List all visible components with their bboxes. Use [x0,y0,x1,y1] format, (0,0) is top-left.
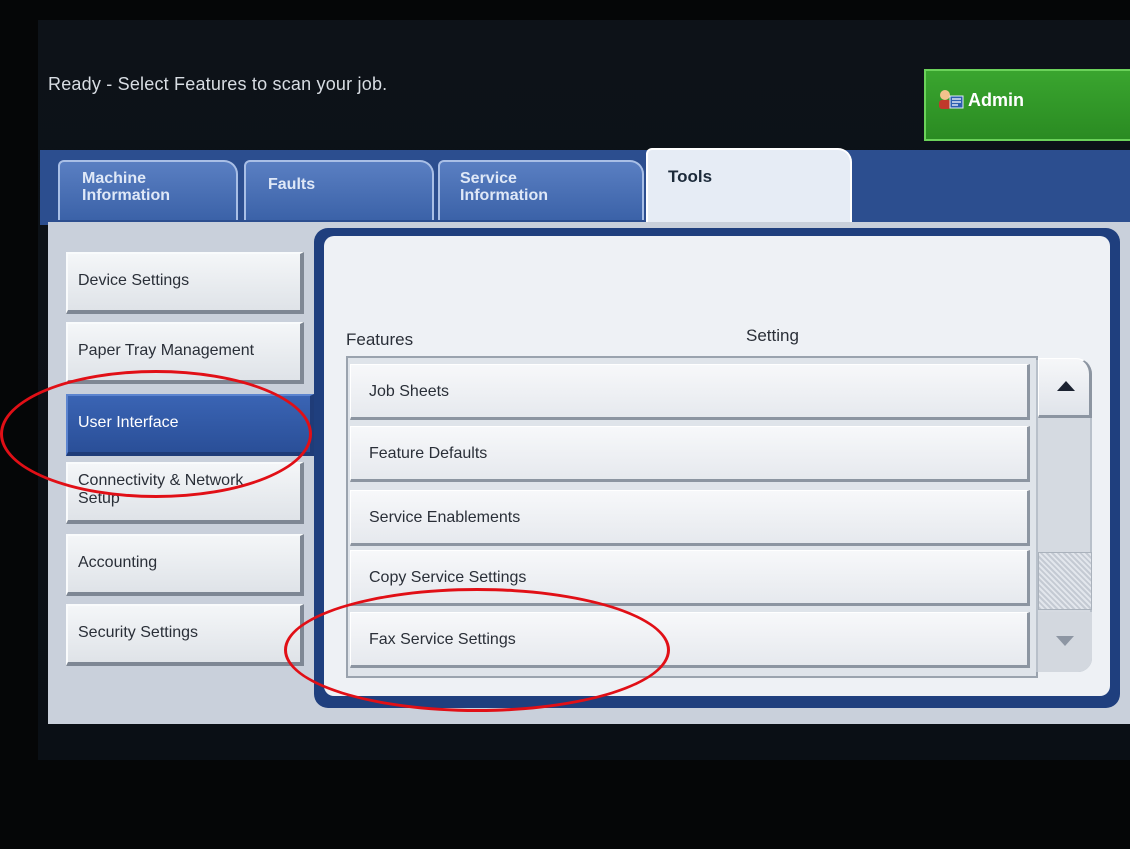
list-item-fax-service-settings[interactable]: Fax Service Settings [350,612,1030,668]
tab-machine-information[interactable]: Machine Information [58,160,238,220]
setting-column-header: Setting [746,326,799,345]
tab-service-information[interactable]: Service Information [438,160,644,220]
sidebar-item-accounting[interactable]: Accounting [66,534,304,596]
tab-tools[interactable]: Tools [646,148,852,228]
features-column-header: Features [346,330,414,349]
sidebar-item-connectivity-network-setup[interactable]: Connectivity & Network Setup [66,462,304,524]
sidebar-item-label: Security Settings [78,624,199,641]
list-item-label: Fax Service Settings [369,631,516,648]
sidebar-item-label: User Interface [78,414,179,431]
sidebar-item-paper-tray-management[interactable]: Paper Tray Management [66,322,304,384]
list-item-service-enablements[interactable]: Service Enablements [350,490,1030,546]
admin-label: Admin [968,90,1024,110]
list-item-label: Copy Service Settings [369,569,527,586]
scroll-thumb[interactable] [1038,552,1092,610]
list-item-job-sheets[interactable]: Job Sheets [350,364,1030,420]
sidebar-item-label: Paper Tray Management [78,342,255,359]
tab-label: Faults [268,176,316,193]
sidebar-item-label: Accounting [78,554,158,571]
sidebar-item-user-interface[interactable]: User Interface [66,394,314,456]
scroll-up-button[interactable] [1038,358,1092,418]
tab-label-line2: Information [460,187,548,204]
sidebar-item-device-settings[interactable]: Device Settings [66,252,304,314]
list-item-label: Feature Defaults [369,445,488,462]
list-item-copy-service-settings[interactable]: Copy Service Settings [350,550,1030,606]
arrow-up-icon [1057,381,1075,391]
sidebar-item-label-line1: Connectivity & Network [78,472,244,489]
list-item-label: Service Enablements [369,509,521,526]
status-message: Ready - Select Features to scan your job… [48,74,388,94]
scroll-down-button[interactable] [1038,612,1092,672]
admin-user-icon [939,90,964,109]
sidebar-item-label-line2: Setup [78,490,120,507]
list-item-feature-defaults[interactable]: Feature Defaults [350,426,1030,482]
tab-label-line1: Machine [82,170,147,187]
sidebar-item-label: Device Settings [78,272,190,289]
list-item-label: Job Sheets [369,383,450,400]
tab-faults[interactable]: Faults [244,160,434,220]
arrow-down-icon [1056,636,1074,646]
sidebar-item-security-settings[interactable]: Security Settings [66,604,304,666]
tab-label-line2: Information [82,187,170,204]
tab-label: Tools [668,167,713,186]
tab-label-line1: Service [460,170,517,187]
admin-button[interactable]: Admin [924,69,1130,141]
